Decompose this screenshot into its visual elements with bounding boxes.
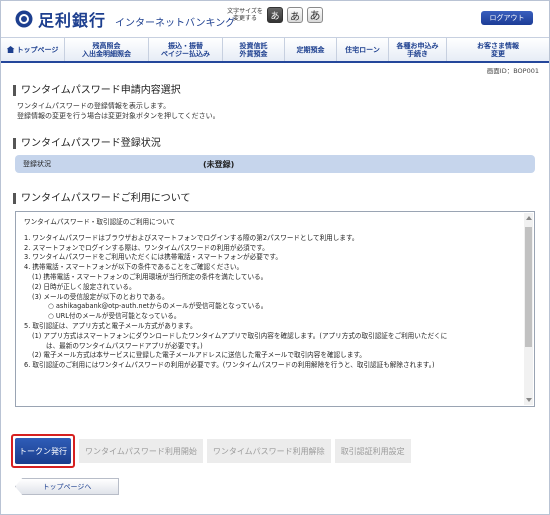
terms-line: 3. ワンタイムパスワードをご利用いただくには携帯電話・スマートフォンが必要です… [24, 253, 282, 262]
terms-line: ワンタイムパスワード・取引認証のご利用について [24, 218, 176, 226]
terms-line: (1) 携帯電話・スマートフォンのご利用環境が当行所定の条件を満たしている。 [32, 272, 268, 281]
terms-scrollbar[interactable] [524, 213, 533, 405]
token-issue-highlight: トークン発行 [11, 434, 75, 468]
screen-id: 画面ID：BOP001 [486, 67, 539, 75]
logout-button[interactable]: ログアウト [481, 11, 533, 25]
terms-text: ワンタイムパスワード・取引認証のご利用について 1. ワンタイムパスワードはブラ… [24, 218, 519, 371]
nav-item-time-deposit[interactable]: 定期預金 [285, 38, 337, 61]
token-issue-button[interactable]: トークン発行 [15, 438, 71, 464]
status-value: (未登録) [203, 159, 235, 169]
back-to-top-button[interactable]: トップページへ [15, 478, 119, 495]
nav-item-investment[interactable]: 投資信託 外貨預金 [223, 38, 285, 61]
otp-start-button[interactable]: ワンタイムパスワード利用開始 [79, 439, 203, 463]
page-title: ワンタイムパスワード申請内容選択 [13, 85, 181, 96]
nav-item-top[interactable]: トップページ [1, 38, 65, 61]
page-description-1: ワンタイムパスワードの登録情報を表示します。 [17, 102, 171, 110]
nav-item-housing-loan[interactable]: 住宅ローン [337, 38, 389, 61]
bank-logo[interactable]: 足利銀行 インターネットバンキング [15, 7, 235, 31]
bank-name: 足利銀行 [38, 11, 107, 30]
scroll-up-arrow-icon[interactable] [526, 216, 532, 220]
terms-line: ○ URL付のメールが受信可能となっている。 [48, 312, 181, 321]
terms-box[interactable]: ワンタイムパスワード・取引認証のご利用について 1. ワンタイムパスワードはブラ… [15, 211, 535, 407]
terms-line: ○ ashikagabank@otp-auth.netからのメールが受信可能とな… [48, 302, 268, 311]
scroll-down-arrow-icon[interactable] [526, 398, 532, 402]
page-frame: 足利銀行 インターネットバンキング 文字サイズを 変更する あ あ あ ログアウ… [0, 0, 550, 515]
terms-line: 2. スマートフォンでログインする際は、ワンタイムパスワードの利用が必須です。 [24, 243, 269, 252]
home-icon [6, 46, 15, 53]
font-size-label: 文字サイズを 変更する [227, 8, 263, 22]
usage-heading: ワンタイムパスワードご利用について [13, 193, 191, 204]
bank-logo-icon [15, 10, 33, 28]
auth-setting-button[interactable]: 取引認証利用設定 [334, 439, 411, 463]
font-size-medium-button[interactable]: あ [287, 7, 303, 23]
terms-line: 5. 取引認証は、アプリ方式と電子メール方式があります。 [24, 321, 197, 330]
service-name: インターネットバンキング [115, 17, 236, 29]
status-label: 登録状況 [23, 160, 51, 168]
terms-line: は、最新のワンタイムパスワードアプリが必要です。) [46, 341, 203, 350]
nav-item-applications[interactable]: 各種お申込み 手続き [389, 38, 447, 61]
nav-item-transfer[interactable]: 振込・振替 ペイジー払込み [149, 38, 223, 61]
status-heading: ワンタイムパスワード登録状況 [13, 138, 161, 149]
scroll-thumb[interactable] [525, 227, 532, 347]
terms-line: 6. 取引認証のご利用にはワンタイムパスワードの利用が必要です。(ワンタイムパス… [24, 361, 435, 370]
terms-line: (2) 電子メール方式は本サービスに登録した電子メールアドレスに送信した電子メー… [32, 351, 366, 360]
header: 足利銀行 インターネットバンキング 文字サイズを 変更する あ あ あ ログアウ… [1, 1, 549, 37]
terms-line: 4. 携帯電話・スマートフォンが以下の条件であることをご確認ください。 [24, 263, 244, 272]
nav-item-customer-info[interactable]: お客さま情報 変更 [447, 38, 549, 61]
page-description-2: 登録情報の変更を行う場合は変更対象ボタンを押してください。 [17, 112, 220, 120]
global-nav: トップページ 残高照会 入出金明細照会 振込・振替 ペイジー払込み 投資信託 外貨預金… [1, 37, 549, 63]
action-buttons: トークン発行 ワンタイムパスワード利用開始 ワンタイムパスワード利用解除 取引認… [11, 434, 411, 468]
otp-cancel-button[interactable]: ワンタイムパスワード利用解除 [206, 439, 331, 463]
terms-line: 1. ワンタイムパスワードはブラウザおよびスマートフォンでログインする際の第2パ… [24, 233, 359, 242]
terms-line: (2) 日時が正しく設定されている。 [32, 282, 136, 291]
registration-status-row: 登録状況 (未登録) [15, 155, 535, 173]
font-size-switcher: 文字サイズを 変更する あ あ あ [227, 7, 323, 23]
font-size-small-button[interactable]: あ [267, 7, 283, 23]
nav-item-balance[interactable]: 残高照会 入出金明細照会 [65, 38, 149, 61]
terms-line: (3) メールの受信設定が以下のとおりである。 [32, 292, 169, 301]
terms-line: (1) アプリ方式はスマートフォンにダウンロードしたワンタイムアプリで取引内容を… [32, 331, 448, 340]
font-size-large-button[interactable]: あ [307, 7, 323, 23]
